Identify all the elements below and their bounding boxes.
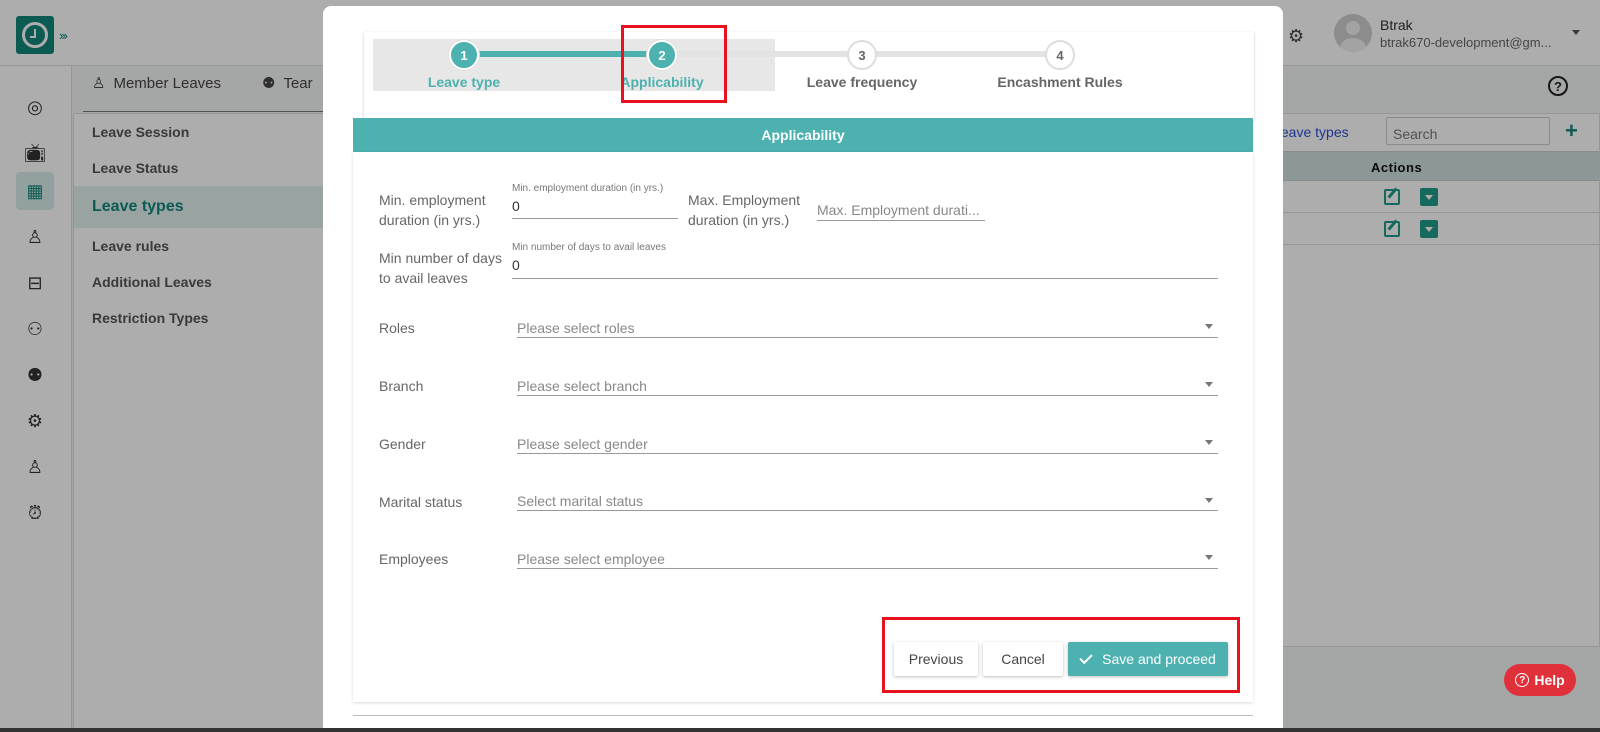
min-employment-float-label: Min. employment duration (in yrs.) bbox=[512, 183, 664, 194]
min-days-float-label: Min number of days to avail leaves bbox=[512, 242, 666, 253]
stepper: 1 Leave type 2 Applicability 3 Leave fre… bbox=[364, 32, 1254, 120]
section-title: Applicability bbox=[353, 118, 1253, 152]
min-employment-label: Min. employment duration (in yrs.) bbox=[379, 192, 486, 228]
roles-label: Roles bbox=[379, 320, 415, 336]
marital-status-label: Marital status bbox=[379, 494, 463, 510]
chevron-down-icon[interactable] bbox=[1205, 555, 1213, 560]
min-days-input[interactable]: 0 bbox=[512, 257, 520, 273]
annotation-highlight-step bbox=[621, 25, 727, 103]
employees-label: Employees bbox=[379, 551, 449, 567]
chevron-down-icon[interactable] bbox=[1205, 498, 1213, 503]
max-employment-label: Max. Employment duration (in yrs.) bbox=[688, 192, 801, 228]
marital-status-select[interactable]: Select marital status bbox=[517, 493, 643, 509]
question-icon: ? bbox=[1515, 673, 1530, 687]
help-button[interactable]: ? Help bbox=[1504, 664, 1576, 696]
max-employment-input[interactable]: Max. Employment durati... bbox=[817, 202, 980, 218]
min-days-label: Min number of days to avail leaves bbox=[379, 250, 502, 286]
gender-label: Gender bbox=[379, 436, 426, 452]
roles-select[interactable]: Please select roles bbox=[517, 320, 635, 336]
chevron-down-icon[interactable] bbox=[1205, 382, 1213, 387]
min-employment-input[interactable]: 0 bbox=[512, 198, 520, 214]
chevron-down-icon[interactable] bbox=[1205, 440, 1213, 445]
chevron-down-icon[interactable] bbox=[1205, 324, 1213, 329]
leave-type-wizard-modal: 1 Leave type 2 Applicability 3 Leave fre… bbox=[323, 6, 1283, 732]
annotation-highlight-buttons bbox=[882, 617, 1240, 693]
branch-select[interactable]: Please select branch bbox=[517, 378, 647, 394]
employees-select[interactable]: Please select employee bbox=[517, 551, 665, 567]
step-leave-frequency[interactable]: 3 Leave frequency bbox=[762, 40, 962, 90]
gender-select[interactable]: Please select gender bbox=[517, 436, 648, 452]
step-encashment-rules[interactable]: 4 Encashment Rules bbox=[960, 40, 1160, 90]
window-bottom-edge bbox=[0, 728, 1600, 732]
step-leave-type[interactable]: 1 Leave type bbox=[364, 40, 564, 90]
branch-label: Branch bbox=[379, 378, 424, 394]
